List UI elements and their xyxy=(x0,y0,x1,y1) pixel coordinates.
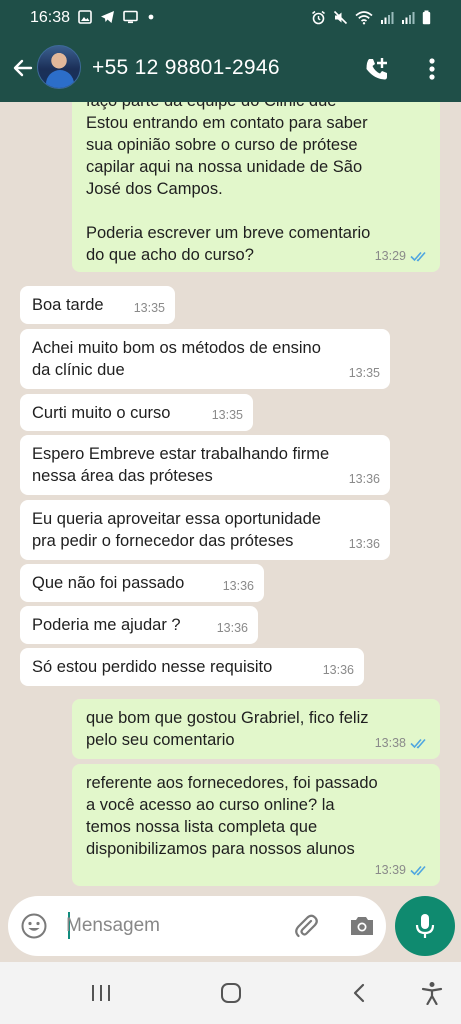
battery-icon xyxy=(422,10,431,25)
monitor-icon xyxy=(123,10,138,24)
mute-icon xyxy=(333,10,348,25)
message-time: 13:36 xyxy=(348,537,380,551)
message-incoming[interactable]: Achei muito bom os métodos de ensino da … xyxy=(20,329,390,389)
system-nav-bar xyxy=(0,962,461,1024)
message-text: Achei muito bom os métodos de ensino da … xyxy=(32,339,321,379)
message-text: Curti muito o curso xyxy=(32,404,171,422)
signal-icon xyxy=(402,11,415,24)
attach-icon[interactable] xyxy=(292,912,320,940)
message-text: faço parte da equipe do Clinic due Estou… xyxy=(86,102,371,264)
message-meta: 13:36 xyxy=(349,468,380,490)
message-input-bar xyxy=(8,896,386,956)
home-icon xyxy=(221,983,241,1003)
message-meta: 13:36 xyxy=(323,659,354,681)
wifi-icon xyxy=(355,11,373,25)
more-vert-icon xyxy=(429,58,435,80)
back-button[interactable] xyxy=(8,53,38,83)
message-incoming[interactable]: Espero Embreve estar trabalhando firme n… xyxy=(20,435,390,495)
recents-button[interactable] xyxy=(86,978,116,1008)
read-ticks-icon xyxy=(410,738,426,749)
home-button[interactable] xyxy=(216,978,246,1008)
message-text: Poderia me ajudar ? xyxy=(32,616,181,634)
status-time: 16:38 xyxy=(30,9,71,26)
message-meta: 13:36 xyxy=(349,533,380,555)
accessibility-button[interactable] xyxy=(417,978,447,1008)
message-time: 13:36 xyxy=(216,621,248,635)
message-incoming[interactable]: Eu queria aproveitar essa oportunidade p… xyxy=(20,500,390,560)
message-time: 13:38 xyxy=(374,736,406,750)
status-right-icons xyxy=(311,10,431,25)
accessibility-icon xyxy=(421,982,443,1005)
message-time: 13:29 xyxy=(374,249,406,263)
message-incoming[interactable]: Boa tarde 13:35 xyxy=(20,286,175,324)
status-bar: 16:38 xyxy=(0,0,461,36)
contact-name[interactable]: +55 12 98801-2946 xyxy=(92,56,280,80)
more-options-button[interactable] xyxy=(418,52,446,86)
message-outgoing[interactable]: que bom que gostou Grabriel, fico feliz … xyxy=(72,699,440,759)
message-time: 13:35 xyxy=(348,366,380,380)
message-meta: 13:35 xyxy=(134,297,165,319)
read-ticks-icon xyxy=(410,865,426,876)
voice-message-button[interactable] xyxy=(395,896,455,956)
message-time: 13:36 xyxy=(222,579,254,593)
message-time: 13:35 xyxy=(133,301,165,315)
message-incoming[interactable]: Poderia me ajudar ? 13:36 xyxy=(20,606,258,644)
message-time: 13:36 xyxy=(322,663,354,677)
contact-avatar[interactable] xyxy=(37,45,81,89)
message-text: referente aos fornecedores, foi passado … xyxy=(86,774,378,858)
message-incoming[interactable]: Que não foi passado 13:36 xyxy=(20,564,264,602)
mic-icon xyxy=(415,914,435,938)
message-time: 13:35 xyxy=(211,408,243,422)
telegram-icon xyxy=(101,11,114,23)
message-meta: 13:38 xyxy=(375,732,430,754)
nav-back-button[interactable] xyxy=(344,978,374,1008)
back-arrow-icon xyxy=(13,59,33,77)
message-time: 13:36 xyxy=(348,472,380,486)
message-text: Espero Embreve estar trabalhando firme n… xyxy=(32,445,330,485)
alarm-icon xyxy=(312,10,325,25)
message-text: Eu queria aproveitar essa oportunidade p… xyxy=(32,510,321,550)
message-meta: 13:36 xyxy=(223,575,254,597)
message-input[interactable] xyxy=(66,913,256,939)
recents-icon xyxy=(92,985,110,1001)
message-meta: 13:29 xyxy=(375,245,430,267)
message-list[interactable]: faço parte da equipe do Clinic due Estou… xyxy=(0,102,461,892)
message-outgoing[interactable]: faço parte da equipe do Clinic due Estou… xyxy=(72,102,440,272)
message-meta: 13:35 xyxy=(212,404,243,426)
read-ticks-icon xyxy=(410,251,426,262)
message-text: Só estou perdido nesse requisito xyxy=(32,658,273,676)
message-time: 13:39 xyxy=(374,863,406,877)
message-meta: 13:35 xyxy=(349,362,380,384)
signal-icon xyxy=(381,11,394,24)
add-call-button[interactable] xyxy=(360,52,394,86)
emoji-icon[interactable] xyxy=(20,912,48,940)
chat-header: +55 12 98801-2946 xyxy=(0,36,461,102)
message-incoming[interactable]: Curti muito o curso 13:35 xyxy=(20,394,253,431)
message-text: Que não foi passado xyxy=(32,574,185,592)
message-incoming[interactable]: Só estou perdido nesse requisito 13:36 xyxy=(20,648,364,686)
image-icon xyxy=(78,10,92,24)
message-meta: 13:36 xyxy=(217,617,248,639)
message-meta: 13:39 xyxy=(375,859,430,881)
dot-icon xyxy=(148,14,154,20)
status-left-icons xyxy=(78,10,156,24)
camera-icon[interactable] xyxy=(348,912,376,940)
add-call-icon xyxy=(366,58,387,80)
message-outgoing[interactable]: referente aos fornecedores, foi passado … xyxy=(72,764,440,886)
back-icon xyxy=(353,983,365,1003)
